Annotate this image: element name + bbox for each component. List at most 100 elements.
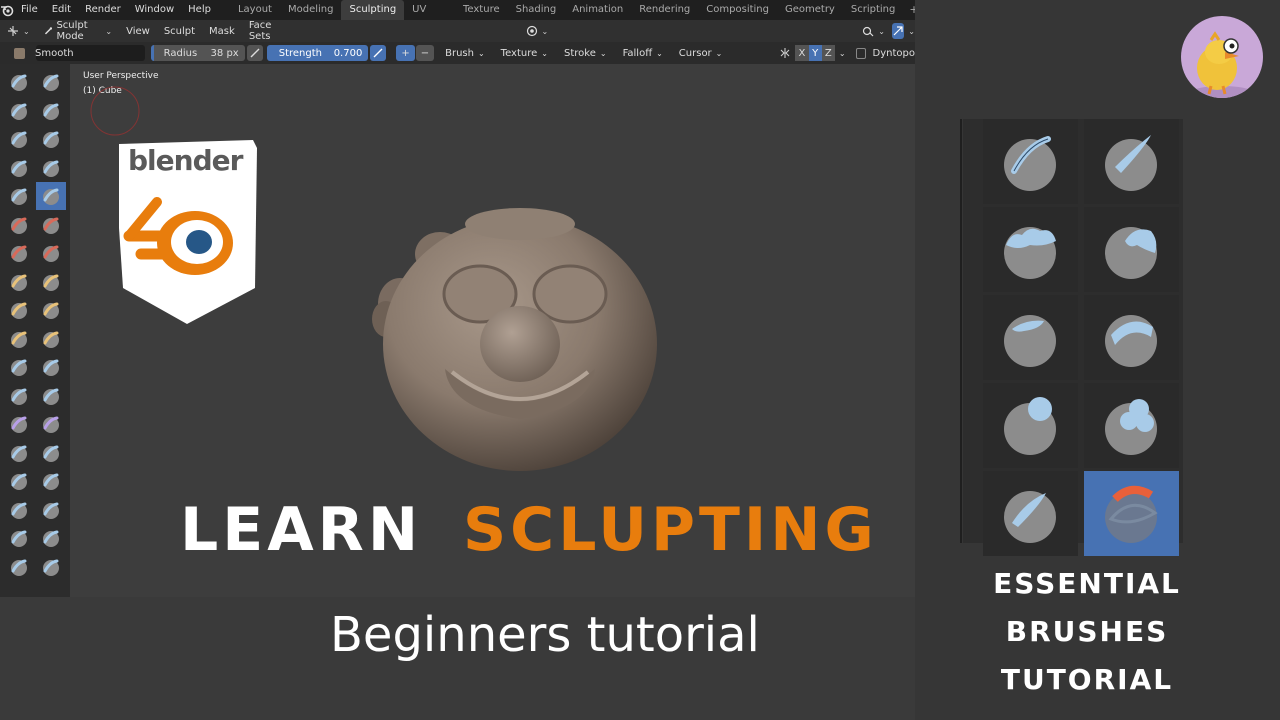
menu-render[interactable]: Render xyxy=(78,0,128,20)
crease-brush-cell[interactable] xyxy=(983,471,1078,556)
mirror-z-toggle[interactable]: Z xyxy=(821,45,835,61)
brush-dropdown[interactable]: Brush ⌄ xyxy=(440,45,490,61)
menu-mask[interactable]: Mask xyxy=(202,26,242,37)
tab-scripting[interactable]: Scripting xyxy=(843,0,903,20)
tab-layout[interactable]: Layout xyxy=(230,0,280,20)
falloff-dropdown[interactable]: Falloff ⌄ xyxy=(617,45,668,61)
brush-icon xyxy=(11,217,27,234)
draw-brush-cell[interactable] xyxy=(983,119,1078,204)
brush-icon xyxy=(43,502,59,519)
mask-tool[interactable] xyxy=(4,439,34,467)
smooth-brush-cell[interactable] xyxy=(1084,471,1179,556)
draw-face-sets-tool[interactable] xyxy=(36,439,66,467)
menu-help[interactable]: Help xyxy=(181,0,218,20)
strength-pressure-icon[interactable] xyxy=(370,45,387,61)
brush-icon xyxy=(11,473,27,490)
elastic-deform-tool[interactable] xyxy=(4,296,34,324)
pivot-dropdown[interactable]: ⌄ xyxy=(519,25,556,37)
mode-dropdown[interactable]: Sculpt Mode ⌄ xyxy=(37,20,119,42)
overlay-toggle-icon[interactable] xyxy=(891,23,905,39)
box-trim-tool[interactable] xyxy=(36,553,66,581)
chevron-down-icon: ⌄ xyxy=(105,26,113,36)
clay-strips-brush-icon xyxy=(1104,226,1157,279)
clay-thumb-tool[interactable] xyxy=(4,125,34,153)
draw-sharp-tool[interactable] xyxy=(36,68,66,96)
blender-logo-icon[interactable] xyxy=(0,0,14,20)
box-mask-tool[interactable] xyxy=(4,524,34,552)
menu-file[interactable]: File xyxy=(14,0,45,20)
smear-tool[interactable] xyxy=(36,496,66,524)
tab-rendering[interactable]: Rendering xyxy=(631,0,698,20)
direction-add-button[interactable]: + xyxy=(396,45,415,61)
multires-displacement-eraser-tool[interactable] xyxy=(4,467,34,495)
simplify-tool[interactable] xyxy=(36,410,66,438)
add-workspace-icon[interactable]: + xyxy=(903,0,915,20)
strength-field[interactable]: Strength 0.700 xyxy=(266,45,369,61)
brush-icon xyxy=(11,188,27,205)
chevron-down-icon[interactable]: ⌄ xyxy=(908,27,915,36)
multiplane-scrape-tool[interactable] xyxy=(36,239,66,267)
tab-shading[interactable]: Shading xyxy=(508,0,565,20)
nudge-tool[interactable] xyxy=(4,353,34,381)
mirror-y-toggle[interactable]: Y xyxy=(808,45,822,61)
editor-type-dropdown[interactable]: ⌄ xyxy=(0,25,37,37)
tab-sculpting[interactable]: Sculpting xyxy=(341,0,405,20)
menu-window[interactable]: Window xyxy=(128,0,181,20)
mirror-x-toggle[interactable]: X xyxy=(795,45,809,61)
snake-hook-tool[interactable] xyxy=(36,296,66,324)
channel-avatar xyxy=(1181,16,1263,98)
blob-tool[interactable] xyxy=(36,154,66,182)
stroke-dropdown[interactable]: Stroke ⌄ xyxy=(558,45,612,61)
box-hide-tool[interactable] xyxy=(36,524,66,552)
radius-pressure-icon[interactable] xyxy=(246,45,263,61)
tab-geometry-nodes[interactable]: Geometry Nodes xyxy=(777,0,843,35)
multires-displacement-smear-tool[interactable] xyxy=(36,467,66,495)
chevron-down-icon[interactable]: ⌄ xyxy=(839,49,846,58)
tab-compositing[interactable]: Compositing xyxy=(698,0,777,20)
flatten-tool[interactable] xyxy=(4,211,34,239)
draw-sharp-brush-cell[interactable] xyxy=(1084,119,1179,204)
symmetry-icon[interactable] xyxy=(779,47,791,59)
inflate-brush-cell[interactable] xyxy=(983,383,1078,468)
menu-sculpt[interactable]: Sculpt xyxy=(157,26,202,37)
dyntopo-checkbox[interactable] xyxy=(855,47,866,59)
layer-tool[interactable] xyxy=(36,125,66,153)
box-face-set-tool[interactable] xyxy=(4,553,34,581)
rotate-tool[interactable] xyxy=(36,353,66,381)
menu-edit[interactable]: Edit xyxy=(45,0,78,20)
gizmo-dropdown[interactable]: ⌄ xyxy=(855,25,892,37)
clay-strips-brush-cell[interactable] xyxy=(1084,207,1179,292)
clay-tool[interactable] xyxy=(4,97,34,125)
tab-texture-paint[interactable]: Texture Paint xyxy=(455,0,508,35)
slide-relax-tool[interactable] xyxy=(4,382,34,410)
scrape-tool[interactable] xyxy=(4,239,34,267)
tab-animation[interactable]: Animation xyxy=(564,0,631,20)
fill-tool[interactable] xyxy=(36,211,66,239)
clay-thumb-brush-cell[interactable] xyxy=(983,295,1078,380)
brush-icon xyxy=(43,217,59,234)
tab-modeling[interactable]: Modeling xyxy=(280,0,342,20)
draw-tool[interactable] xyxy=(4,68,34,96)
brush-selector[interactable]: Smooth xyxy=(14,45,145,61)
clay-brush-cell[interactable] xyxy=(983,207,1078,292)
grab-tool[interactable] xyxy=(36,268,66,296)
cloth-tool[interactable] xyxy=(4,410,34,438)
texture-dropdown[interactable]: Texture ⌄ xyxy=(495,45,553,61)
clay-strips-tool[interactable] xyxy=(36,97,66,125)
tab-uv-editing[interactable]: UV Editing xyxy=(404,0,455,35)
menu-view[interactable]: View xyxy=(119,26,157,37)
direction-subtract-button[interactable]: − xyxy=(415,45,435,61)
pose-tool[interactable] xyxy=(36,325,66,353)
cursor-dropdown[interactable]: Cursor ⌄ xyxy=(673,45,728,61)
crease-tool[interactable] xyxy=(4,182,34,210)
inflate-tool[interactable] xyxy=(4,154,34,182)
menu-face-sets[interactable]: Face Sets xyxy=(242,20,293,42)
smooth-tool[interactable] xyxy=(36,182,66,210)
thumb-tool[interactable] xyxy=(4,325,34,353)
pinch-tool[interactable] xyxy=(4,268,34,296)
boundary-tool[interactable] xyxy=(36,382,66,410)
radius-field[interactable]: Radius 38 px xyxy=(150,45,245,61)
layer-brush-cell[interactable] xyxy=(1084,295,1179,380)
paint-tool[interactable] xyxy=(4,496,34,524)
blob-brush-cell[interactable] xyxy=(1084,383,1179,468)
